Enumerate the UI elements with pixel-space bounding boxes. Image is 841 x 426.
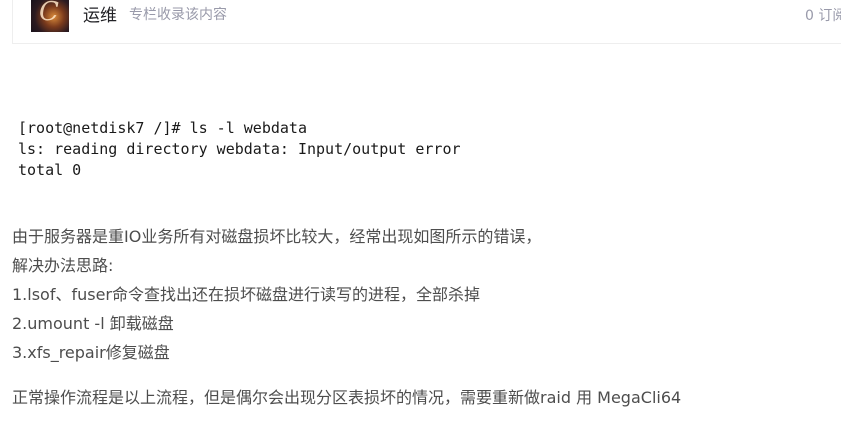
column-name[interactable]: 运维 xyxy=(83,1,117,26)
article-line: 解决办法思路: xyxy=(12,256,114,275)
terminal-screenshot: [root@netdisk7 /]# ls -l webdata ls: rea… xyxy=(18,118,461,181)
terminal-line: [root@netdisk7 /]# ls -l webdata xyxy=(18,119,307,137)
column-card[interactable]: C 运维 专栏收录该内容 0 订阅 xyxy=(12,0,841,44)
avatar-art-icon: C xyxy=(39,0,59,27)
article-line: 由于服务器是重IO业务所有对磁盘损坏比较大，经常出现如图所示的错误， xyxy=(12,227,542,246)
article-body: 由于服务器是重IO业务所有对磁盘损坏比较大，经常出现如图所示的错误， 解决办法思… xyxy=(12,222,541,367)
article-line: 3.xfs_repair修复磁盘 xyxy=(12,343,170,362)
article-line: 1.lsof、fuser命令查找出还在损坏磁盘进行读写的进程，全部杀掉 xyxy=(12,285,481,304)
subscribe-count[interactable]: 0 订阅 xyxy=(805,5,841,25)
terminal-line: total 0 xyxy=(18,161,82,179)
terminal-line: ls: reading directory webdata: Input/out… xyxy=(18,140,461,158)
column-description: 专栏收录该内容 xyxy=(129,7,227,23)
article-line: 2.umount -l 卸载磁盘 xyxy=(12,314,174,333)
article-final-line: 正常操作流程是以上流程，但是偶尔会出现分区表损坏的情况，需要重新做raid 用 … xyxy=(12,388,682,407)
column-avatar[interactable]: C xyxy=(31,0,69,32)
